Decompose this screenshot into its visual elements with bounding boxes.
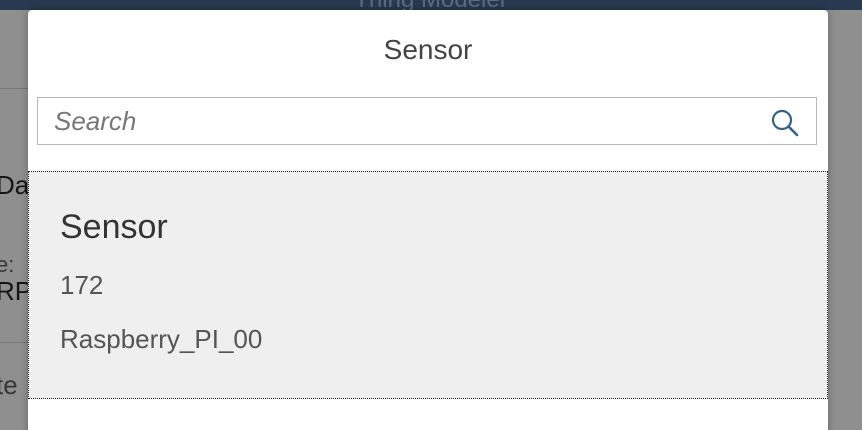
dialog-title: Sensor [383,34,473,65]
search-input[interactable] [38,98,774,144]
list-item-attribute: Raspberry_PI_00 [60,324,263,354]
search-field[interactable] [37,97,817,145]
list-item-title: Sensor [60,208,168,246]
search-icon[interactable] [770,108,800,138]
select-dialog: Sensor Sensor 172 Raspberry_PI_00 [28,10,828,430]
list-item[interactable]: Sensor 172 Raspberry_PI_00 [28,171,828,399]
list-item-attribute: 172 [60,270,104,300]
